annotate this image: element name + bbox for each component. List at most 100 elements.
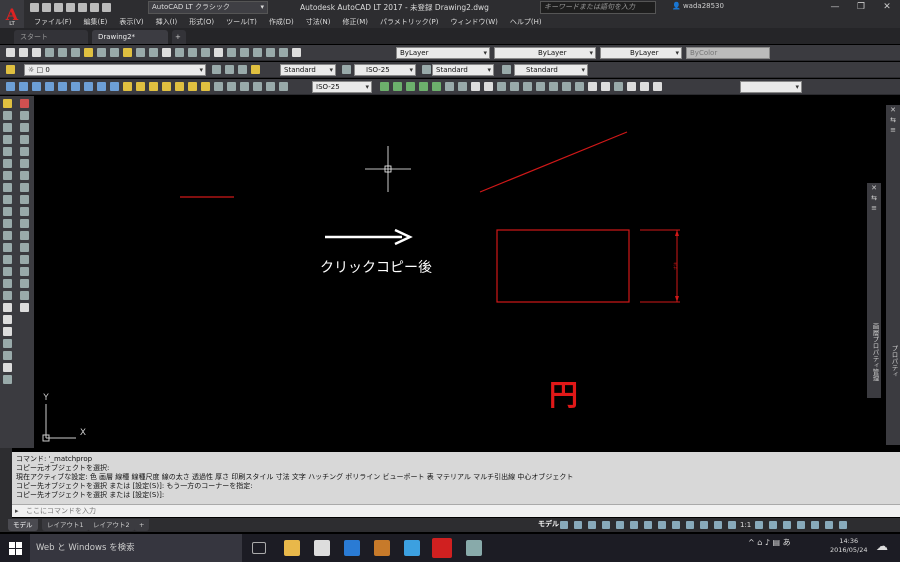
stretch-icon[interactable] — [20, 195, 29, 204]
cut-icon[interactable] — [84, 48, 93, 57]
dimstyle-select[interactable]: ISO-25 ▾ — [354, 64, 416, 76]
store-icon[interactable] — [314, 540, 330, 556]
infer-icon[interactable] — [588, 521, 596, 529]
menu-dimension[interactable]: 寸法(N) — [306, 17, 331, 27]
ime-indicator[interactable]: あ — [783, 538, 791, 547]
autocad-taskbar-icon[interactable] — [432, 538, 452, 558]
trim-icon[interactable] — [20, 207, 29, 216]
text-icon[interactable] — [3, 315, 12, 324]
circle-icon[interactable] — [3, 171, 12, 180]
quick-properties-icon[interactable] — [797, 521, 806, 529]
mtext-icon[interactable] — [3, 303, 12, 312]
layout-tab-1[interactable]: レイアウト1 — [42, 519, 89, 531]
snap-icon[interactable] — [574, 521, 582, 529]
move-icon[interactable] — [20, 159, 29, 168]
undo-icon[interactable] — [136, 48, 145, 57]
application-menu-button[interactable]: A LT — [0, 0, 24, 28]
auto-scale-icon[interactable] — [728, 521, 736, 529]
table-icon[interactable] — [3, 291, 12, 300]
close-button[interactable]: ✕ — [874, 0, 900, 15]
open-icon[interactable] — [42, 3, 51, 12]
snap-settings-icon[interactable] — [601, 82, 610, 91]
snap-intersection-icon[interactable] — [510, 82, 519, 91]
osnap-icon[interactable] — [658, 521, 666, 529]
command-line-grip[interactable] — [0, 448, 12, 518]
extend-icon[interactable] — [20, 219, 29, 228]
gradient-icon[interactable] — [3, 267, 12, 276]
clean-screen-icon[interactable] — [825, 521, 834, 529]
remove-leader-icon[interactable] — [406, 82, 415, 91]
layer-manager-icon[interactable] — [6, 65, 15, 74]
dimension-vertical[interactable]: 寸法 — [640, 229, 680, 303]
menu-help[interactable]: ヘルプ(H) — [510, 17, 542, 27]
scale-icon[interactable] — [20, 183, 29, 192]
media-player-icon[interactable] — [374, 540, 390, 556]
zoom-prev-icon[interactable] — [201, 48, 210, 57]
dim-update-icon[interactable] — [279, 82, 288, 91]
explode-icon[interactable] — [20, 291, 29, 300]
chamfer-icon[interactable] — [20, 255, 29, 264]
volume-icon[interactable]: ♪ — [765, 538, 773, 547]
properties-palette-label[interactable]: プロパティ — [889, 345, 899, 378]
dim-diameter-icon[interactable] — [175, 82, 184, 91]
red-rectangle[interactable] — [496, 229, 630, 303]
mirror-icon[interactable] — [20, 123, 29, 132]
erase-icon[interactable] — [20, 99, 29, 108]
message-icon[interactable]: ▤ — [773, 538, 783, 547]
dimstyle-select-2[interactable]: ISO-25 ▾ — [312, 81, 372, 93]
network-icon[interactable]: ⌂ — [757, 538, 765, 547]
pan-icon[interactable] — [162, 48, 171, 57]
tolerance-icon[interactable] — [240, 82, 249, 91]
new-icon[interactable] — [6, 48, 15, 57]
lineweight-select[interactable]: ByLayer ▾ — [600, 47, 682, 59]
user-account[interactable]: 👤 wada28530 — [672, 2, 724, 10]
preview-icon[interactable] — [58, 48, 67, 57]
workspace-select[interactable]: AutoCAD LT クラシック ▾ — [148, 1, 268, 14]
layout-tab-add[interactable]: + — [134, 519, 150, 531]
snap-midpoint-icon[interactable] — [458, 82, 467, 91]
region-icon[interactable] — [3, 279, 12, 288]
align-leader-icon[interactable] — [419, 82, 428, 91]
fillet-icon[interactable] — [20, 267, 29, 276]
red-diagonal-line[interactable] — [479, 131, 628, 193]
attribute-icon[interactable] — [20, 303, 29, 312]
taskbar-search[interactable]: Web と Windows を検索 — [30, 534, 242, 562]
drawing-canvas[interactable]: 寸法 クリックコピー後 円 Y X — [36, 96, 884, 448]
transparency-icon[interactable] — [686, 521, 694, 529]
plot-icon[interactable] — [45, 48, 54, 57]
make-current-icon[interactable] — [212, 65, 221, 74]
spell-icon[interactable] — [3, 351, 12, 360]
tab-drawing2[interactable]: Drawing2* — [92, 30, 168, 44]
hidden-icon[interactable] — [653, 82, 662, 91]
polyline-icon[interactable] — [19, 82, 28, 91]
edge-icon[interactable] — [344, 540, 360, 556]
menu-parametric[interactable]: パラメトリック(P) — [380, 17, 438, 27]
dim-radius-icon[interactable] — [162, 82, 171, 91]
isodraft-icon[interactable] — [630, 521, 638, 529]
text-style-icon[interactable] — [251, 65, 260, 74]
markup-icon[interactable] — [266, 48, 275, 57]
publish-icon[interactable] — [71, 48, 80, 57]
menu-edit[interactable]: 編集(E) — [84, 17, 108, 27]
help-icon[interactable] — [292, 48, 301, 57]
zoom-icon[interactable] — [175, 48, 184, 57]
text-edit-icon[interactable] — [3, 327, 12, 336]
redo-icon[interactable] — [102, 3, 111, 12]
dim-break-icon[interactable] — [227, 82, 236, 91]
menu-draw[interactable]: 作成(D) — [269, 17, 294, 27]
sheet-set-icon[interactable] — [253, 48, 262, 57]
taskbar-clock[interactable]: 14:36 2016/05/24 — [830, 537, 867, 555]
mleader-style-icon[interactable] — [502, 65, 511, 74]
mleaderstyle-select[interactable]: Standard ▾ — [514, 64, 588, 76]
new-tab-button[interactable]: + — [172, 30, 186, 44]
redo-icon[interactable] — [149, 48, 158, 57]
copy-icon[interactable] — [20, 111, 29, 120]
menu-file[interactable]: ファイル(F) — [34, 17, 72, 27]
otrack-icon[interactable] — [644, 521, 652, 529]
menu-format[interactable]: 形式(O) — [189, 17, 214, 27]
click-copy-label[interactable]: クリックコピー後 — [320, 260, 432, 276]
snap-quadrant-icon[interactable] — [497, 82, 506, 91]
find-icon[interactable] — [3, 339, 12, 348]
snap-tangent-icon[interactable] — [562, 82, 571, 91]
workspace-gear-icon[interactable] — [755, 521, 764, 529]
